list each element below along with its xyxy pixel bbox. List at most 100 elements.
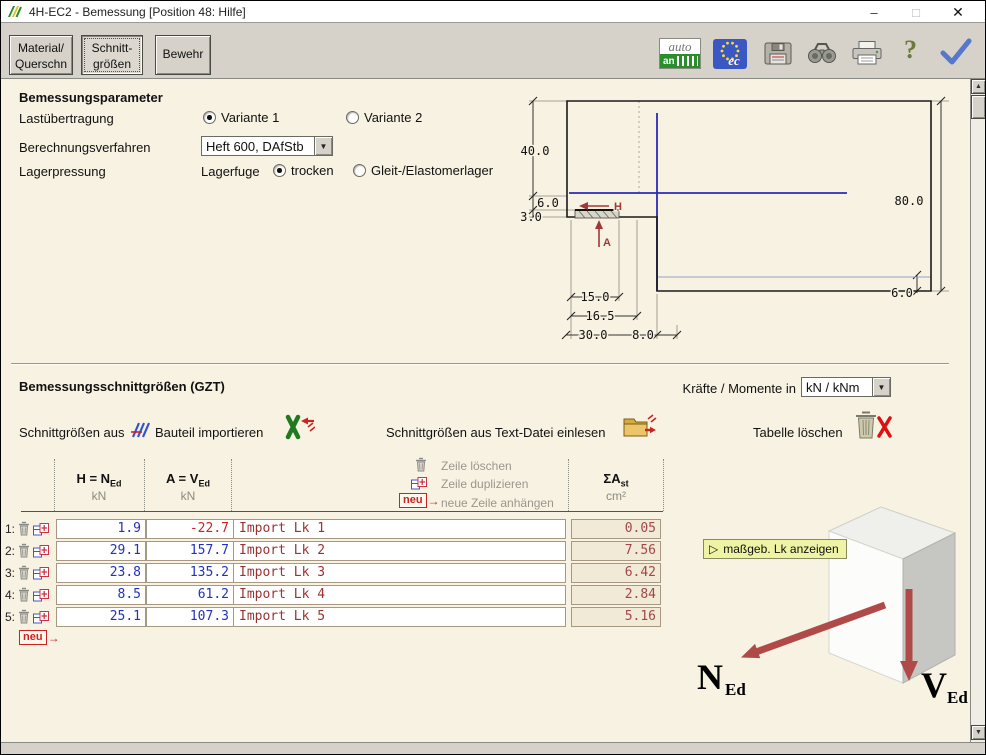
h-ned-input[interactable]: 8.5: [56, 585, 146, 605]
col-header-a: A = VEd: [146, 471, 230, 489]
bauteil-icon: [129, 422, 151, 438]
a-ved-input[interactable]: 157.7: [146, 541, 234, 561]
stripes-decoration: [677, 56, 698, 66]
bewehrung-button[interactable]: Bewehr: [155, 35, 211, 75]
schnittgroessen-button[interactable]: Schnitt- größen: [81, 35, 143, 75]
button-label: Schnitt-: [82, 41, 142, 57]
radio-icon: [273, 164, 286, 177]
neu-label: neu: [19, 630, 47, 645]
radio-icon: [353, 164, 366, 177]
delete-row-icon[interactable]: [18, 609, 30, 624]
ast-result: 2.84: [571, 585, 661, 605]
col-unit-a: kN: [146, 489, 230, 503]
radio-gleit-elastomerlager[interactable]: Gleit-/Elastomerlager: [353, 163, 493, 178]
n-ed-label: N: [697, 657, 723, 697]
units-select[interactable]: kN / kNm ▼: [801, 377, 891, 397]
duplicate-row-icon[interactable]: [33, 567, 49, 580]
delete-row-icon[interactable]: [18, 565, 30, 580]
dim-15: 15.0: [581, 290, 610, 304]
duplicate-row-icon[interactable]: [33, 611, 49, 624]
app-icon: [6, 4, 22, 20]
radio-variante-2[interactable]: Variante 2: [346, 110, 422, 125]
table-row: 2: 29.1 157.7 Import Lk 2 7.56: [1, 541, 671, 561]
v-ed-sub: Ed: [947, 688, 968, 707]
delete-row-icon[interactable]: [18, 587, 30, 602]
load-cube-illustration: N Ed V Ed: [689, 497, 970, 725]
triangle-right-icon: ▷: [709, 542, 718, 556]
berechnungsverfahren-label: Berechnungsverfahren: [19, 140, 151, 155]
scroll-up-button[interactable]: ▲: [971, 79, 986, 94]
ast-result: 7.56: [571, 541, 661, 561]
save-disk-icon[interactable]: [763, 41, 793, 66]
dim-40: 40.0: [521, 144, 549, 158]
dim-80: 80.0: [895, 194, 924, 208]
radio-icon: [346, 111, 359, 124]
duplicate-row-hint-icon: [411, 477, 427, 490]
loadcase-name-input[interactable]: Import Lk 3: [233, 563, 566, 583]
chevron-down-icon[interactable]: ▼: [872, 378, 890, 396]
eurocode-icon[interactable]: ec: [713, 39, 747, 69]
printer-icon[interactable]: [851, 40, 883, 66]
a-ved-input[interactable]: 107.3: [146, 607, 234, 627]
scrollbar-thumb[interactable]: [971, 95, 986, 119]
maximize-button[interactable]: □: [895, 5, 937, 20]
h-ned-input[interactable]: 23.8: [56, 563, 146, 583]
arrow-right-icon: →: [428, 495, 440, 507]
confirm-check-icon[interactable]: [939, 38, 973, 66]
auto-an-toggle[interactable]: auto an: [659, 38, 701, 69]
load-arrows: H A: [579, 201, 622, 249]
h-ned-input[interactable]: 25.1: [56, 607, 146, 627]
row-number: 2:: [1, 544, 15, 558]
delete-row-icon[interactable]: [18, 543, 30, 558]
selected-value: kN / kNm: [802, 380, 872, 395]
clear-table-icon[interactable]: [854, 410, 892, 439]
h-ned-input[interactable]: 1.9: [56, 519, 146, 539]
append-row-button[interactable]: neu →: [19, 630, 60, 645]
dim-30: 30.0: [579, 328, 608, 342]
duplicate-row-icon[interactable]: [33, 545, 49, 558]
scroll-down-button[interactable]: ▼: [971, 725, 986, 740]
radio-variante-1[interactable]: Variante 1: [203, 110, 279, 125]
a-ved-input[interactable]: 61.2: [146, 585, 234, 605]
section-divider: [11, 363, 949, 365]
lagerfuge-label: Lagerfuge: [201, 164, 260, 179]
loadcase-name-input[interactable]: Import Lk 5: [233, 607, 566, 627]
duplicate-row-icon[interactable]: [33, 523, 49, 536]
delete-row-icon[interactable]: [18, 521, 30, 536]
loadcase-name-input[interactable]: Import Lk 4: [233, 585, 566, 605]
column-separator: [568, 459, 569, 511]
selected-value: Heft 600, DAfStb: [202, 139, 314, 154]
radio-trocken[interactable]: trocken: [273, 163, 334, 178]
button-label: maßgeb. Lk anzeigen: [723, 542, 838, 556]
minimize-button[interactable]: –: [853, 5, 895, 20]
row-number: 3:: [1, 566, 15, 580]
material-querschnitt-button[interactable]: Material/ Querschn: [9, 35, 73, 75]
main-panel: Bemessungsparameter Lastübertragung Vari…: [1, 79, 970, 742]
chevron-down-icon[interactable]: ▼: [314, 137, 332, 155]
show-governing-loadcase-button[interactable]: ▷ maßgeb. Lk anzeigen: [703, 539, 847, 559]
col-unit-ast: cm²: [571, 489, 661, 503]
duplicate-row-icon[interactable]: [33, 589, 49, 602]
loadcase-name-input[interactable]: Import Lk 2: [233, 541, 566, 561]
a-load-label: A: [603, 237, 611, 249]
v-ed-label: V: [921, 665, 947, 705]
berechnungsverfahren-select[interactable]: Heft 600, DAfStb ▼: [201, 136, 333, 156]
a-ved-input[interactable]: 135.2: [146, 563, 234, 583]
loadcase-name-input[interactable]: Import Lk 1: [233, 519, 566, 539]
forces-heading: Bemessungsschnittgrößen (GZT): [19, 379, 225, 394]
radio-label: trocken: [291, 163, 334, 178]
cross-section-diagram: H A 40.0 6.0 3.0 80.0 15.0 16.5 30.0 8.0…: [521, 89, 953, 351]
a-ved-input[interactable]: -22.7: [146, 519, 234, 539]
arrow-right-icon: →: [48, 632, 60, 644]
window-controls: – □ ✕: [853, 1, 979, 23]
h-ned-input[interactable]: 29.1: [56, 541, 146, 561]
append-row-hint-icon: neu →: [399, 493, 440, 508]
binoculars-icon[interactable]: [807, 42, 837, 64]
import-bauteil-icon[interactable]: [285, 414, 315, 440]
close-button[interactable]: ✕: [937, 4, 979, 21]
h-load-label: H: [614, 201, 622, 213]
vertical-scrollbar[interactable]: ▲ ▼: [970, 79, 986, 742]
help-icon[interactable]: ?: [904, 35, 917, 65]
column-separator: [144, 459, 145, 511]
import-file-icon[interactable]: [623, 413, 657, 440]
